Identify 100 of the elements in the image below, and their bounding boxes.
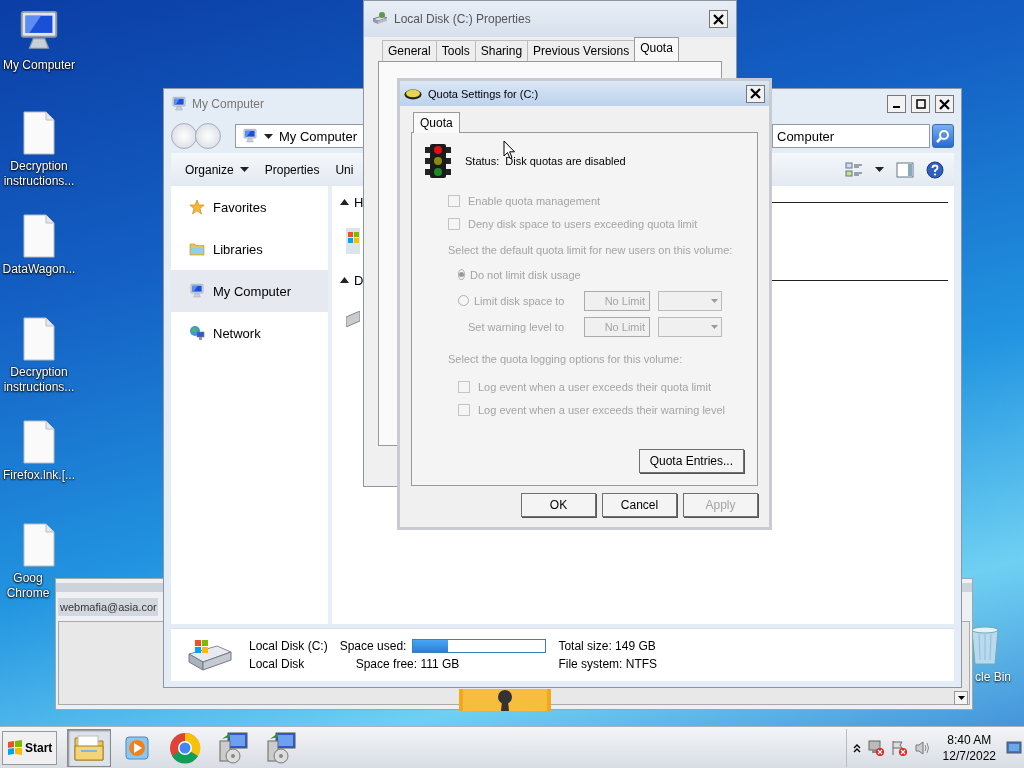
down-arrow-icon [957,696,965,700]
tab[interactable]: Sharing [474,40,529,61]
traffic-light-icon [425,144,451,178]
browser-icon [169,731,202,764]
computer-icon [171,96,187,112]
desktop-icon-label[interactable]: Decryption instructions... [1,159,77,189]
show-desktop-icon[interactable] [1006,740,1022,755]
file-system: File system: NTFS [558,657,658,671]
radio-label: Do not limit disk usage [470,268,581,281]
drive-icon[interactable] [346,228,360,254]
toolbar-button[interactable]: Organize [179,158,255,181]
scroll-down-button[interactable] [954,691,968,705]
checkbox-label: Deny disk space to users exceeding quota limit [468,217,698,230]
field-label: Set warning level to [468,320,564,333]
status-text: Disk quotas are disabled [505,155,626,167]
section-heading: Select the default quota limit for new users on this volume: [448,243,734,257]
collapse-arrow-icon[interactable] [340,199,349,205]
tab[interactable]: General [382,40,437,61]
tab[interactable]: Quota [634,37,679,61]
caret-icon [264,133,273,139]
file-icon [22,523,56,567]
help-icon[interactable] [926,160,944,179]
computer-disc-icon [264,730,299,765]
close-icon [939,98,950,110]
view-options-icon[interactable] [845,161,863,178]
window-title: Local Disk (C:) Properties [394,12,531,26]
drive-type: Local Disk [249,657,306,671]
disk-icon [404,87,422,100]
computer-disc-icon [216,730,251,765]
maximize-button[interactable] [911,95,930,113]
close-button[interactable] [746,84,765,103]
close-button[interactable] [709,10,728,28]
computer-icon [189,283,205,299]
caret-icon [875,167,884,172]
search-icon [936,129,950,143]
caret-icon [239,167,249,172]
chevron-up-icon[interactable] [852,742,861,753]
dialog-title: Quota Settings for (C:) [428,87,539,100]
nav-item[interactable]: Favorites [171,186,328,228]
search-button[interactable] [932,124,954,148]
folder-icon [189,241,205,257]
toolbar-button[interactable]: Properties [258,158,326,181]
clock[interactable]: 8:40 AM 12/7/2022 [942,731,996,764]
start-button[interactable]: Start [2,730,58,765]
file-icon [22,214,56,258]
action-center-icon[interactable] [890,739,909,756]
taskbar-button[interactable] [67,728,112,767]
file-icon [22,420,56,464]
caret-icon [711,298,718,303]
section-heading: Select the quota logging options for this volume: [448,352,684,366]
flag-icon [7,739,23,756]
quota-entries-button[interactable]: Quota Entries... [638,449,744,473]
radio-button[interactable] [458,269,465,280]
toolbar-button[interactable]: Uni [329,158,360,181]
nav-item[interactable]: My Computer [171,270,328,312]
close-icon [713,13,724,25]
dialog-button[interactable]: Cancel [602,493,677,517]
group-header[interactable]: D [354,272,364,288]
checkbox-label: Log event when a user exceeds their warning level [478,403,726,416]
text-file-icon [22,111,56,155]
maximize-icon [915,99,926,109]
network-icon[interactable] [866,739,885,756]
nav-item[interactable]: Network [171,312,328,354]
play-icon [124,733,151,762]
window-title: My Computer [192,97,265,111]
speaker-icon[interactable] [914,739,931,756]
close-button[interactable] [935,95,954,113]
radio-label: Limit disk space to [474,294,565,307]
nav-item[interactable]: Libraries [171,228,328,270]
desktop-icon-label[interactable]: Firefox.lnk.[... [1,468,77,483]
minimize-button[interactable] [887,95,906,113]
checkbox-label: Log event when a user exceeds their quota limit [478,380,711,393]
radio-button[interactable] [458,295,469,306]
folder-icon [73,733,106,762]
total-size: Total size: 149 GB [558,639,657,653]
network-icon [189,325,205,341]
status-label: Status: [465,155,500,167]
preview-pane-icon[interactable] [896,161,914,178]
close-icon [750,88,761,99]
collapse-arrow-icon[interactable] [340,277,349,283]
search-field[interactable]: Computer [772,124,930,148]
space-used-label: Space used: [339,639,407,653]
desktop-icon-label[interactable]: Decryption instructions... [1,365,77,395]
desktop-icon-label[interactable]: My Computer [1,58,77,73]
group-header[interactable]: H [354,194,364,210]
star-icon [189,199,205,215]
desktop-icon-label[interactable]: DataWagon... [1,262,77,277]
caret-icon [711,324,718,329]
drive-name: Local Disk (C:) [249,639,328,653]
dialog-button[interactable]: OK [521,493,596,517]
back-button[interactable] [171,123,197,149]
email-field[interactable]: webmafia@asia.cor [58,598,158,616]
computer-icon [242,128,258,144]
disc-drive-icon[interactable] [346,311,360,327]
drive-icon [372,12,388,26]
tab[interactable]: Quota [413,112,460,133]
text-file-icon [22,317,56,361]
drive-icon [187,638,233,672]
forward-button[interactable] [195,123,221,149]
checkbox-label: Enable quota management [468,194,601,207]
